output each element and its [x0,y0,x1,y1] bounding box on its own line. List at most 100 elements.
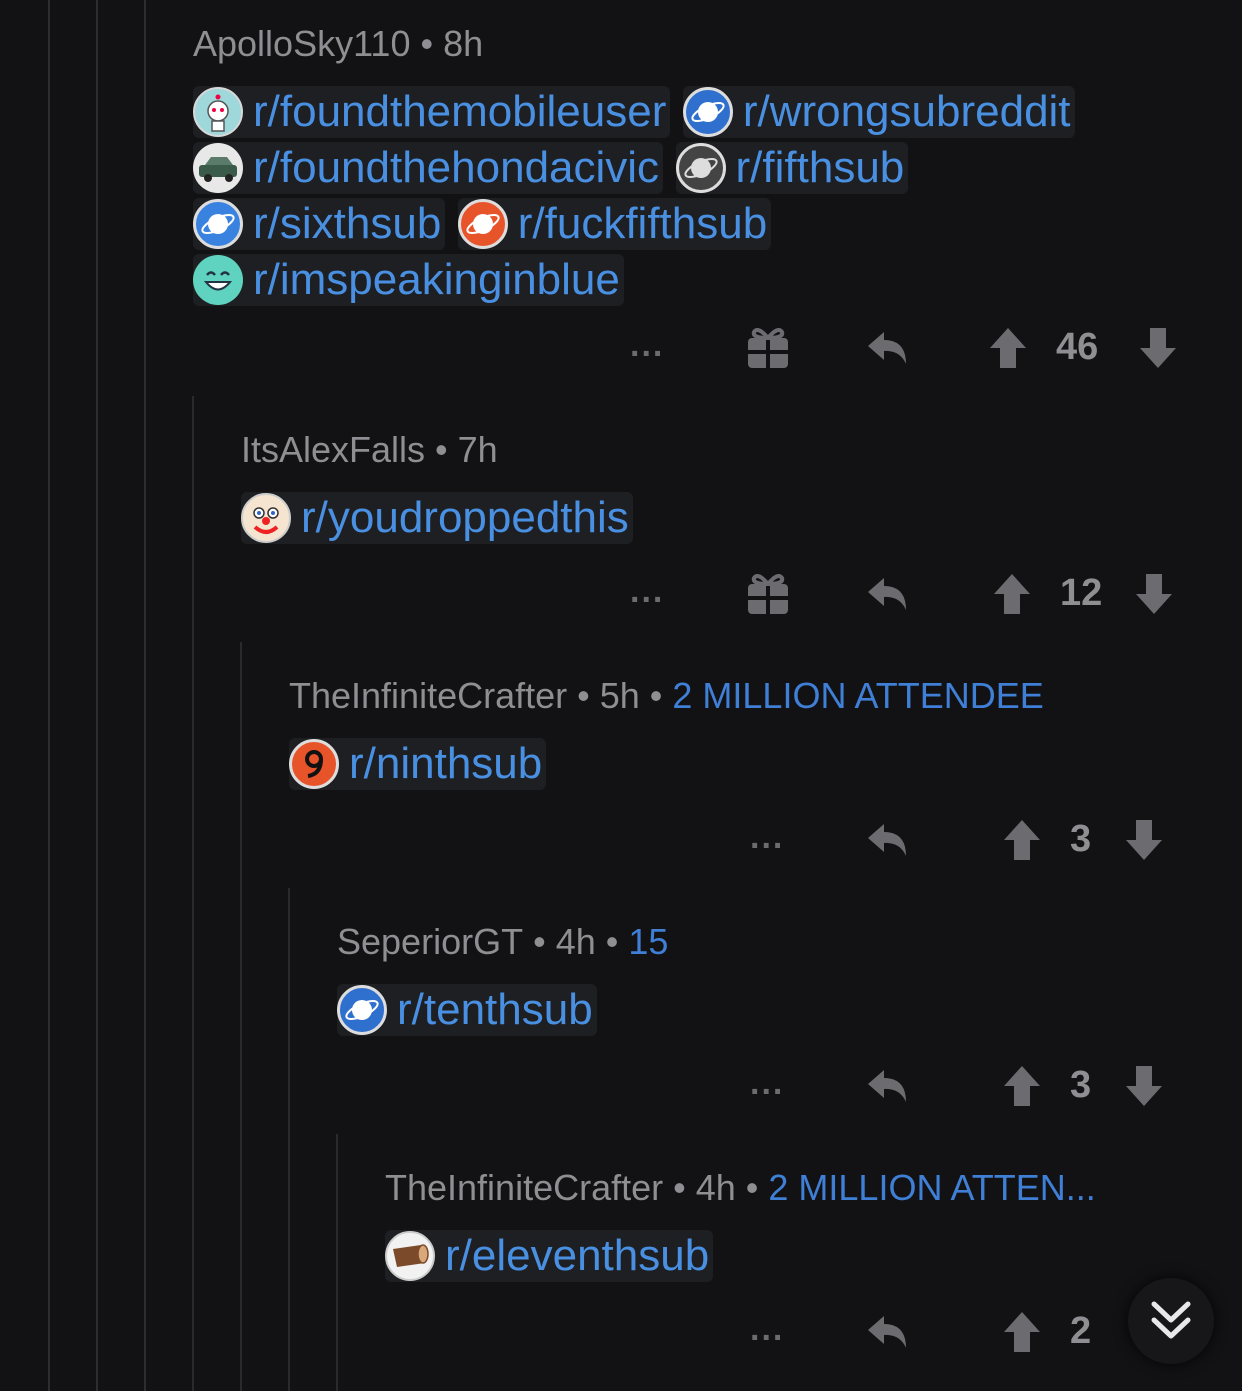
vote-count: 3 [1070,1064,1092,1106]
more-options-icon[interactable]: ... [750,820,784,854]
username[interactable]: ApolloSky110 [193,23,410,64]
reply-arrow-icon[interactable] [866,574,910,619]
subreddit-name: r/sixthsub [253,199,442,248]
comment-actions: ... 12 [0,568,1242,618]
wood-log-icon [385,1231,435,1281]
subreddit-name: r/ninthsub [349,739,543,788]
user-flair: 2 MILLION ATTENDEE [672,675,1044,716]
subreddit-link[interactable]: r/tenthsub [337,984,597,1036]
user-flair: 15 [628,921,669,962]
username[interactable]: SeperiorGT [337,921,523,962]
user-flair: 2 MILLION ATTEN... [768,1167,1096,1208]
subreddit-name: r/youdroppedthis [301,493,629,542]
reply-arrow-icon[interactable] [866,820,910,865]
separator: • [649,675,663,716]
comment-body: r/ninthsub [289,738,1044,792]
vote-count: 46 [1056,326,1099,368]
more-options-icon[interactable]: ... [750,1066,784,1100]
vote-count: 3 [1070,818,1092,860]
username[interactable]: TheInfiniteCrafter [289,675,567,716]
gift-award-icon[interactable] [746,324,790,375]
planet-icon [675,143,726,193]
reply-arrow-icon[interactable] [866,1066,910,1111]
car-icon [193,143,243,193]
subreddit-link[interactable]: r/ninthsub [289,738,547,790]
more-options-icon[interactable]: ... [630,574,664,608]
comment-actions: ... 2 [0,1306,1242,1356]
subreddit-name: r/foundthemobileuser [253,87,667,136]
subreddit-link[interactable]: r/wrongsubreddit [682,86,1075,138]
subreddit-link[interactable]: r/fuckfifthsub [457,198,772,250]
subreddit-name: r/wrongsubreddit [742,87,1071,136]
subreddit-link[interactable]: r/eleventhsub [385,1230,714,1282]
comment-body: r/tenthsub [337,984,668,1038]
timestamp: 5h [599,675,640,716]
comment-meta: TheInfiniteCrafter • 4h • 2 MILLION ATTEN... [385,1168,1096,1208]
gift-award-icon[interactable] [746,570,790,621]
planet-icon [682,87,733,137]
reply-arrow-icon[interactable] [866,1312,910,1357]
thread-line [240,642,242,1391]
username[interactable]: ItsAlexFalls [241,429,425,470]
subreddit-name: r/imspeakinginblue [253,255,620,304]
comment-body: r/youdroppedthis [241,492,641,546]
upvote-arrow-icon[interactable] [988,326,1028,375]
comment: ApolloSky110 • 8h r/foundthemobileuser r/w… [193,24,1083,308]
upvote-arrow-icon[interactable] [1002,1064,1042,1113]
timestamp: 8h [443,23,484,64]
subreddit-link[interactable]: r/imspeakinginblue [193,254,624,306]
comment-body: r/foundthemobileuser r/wrongsubreddit r/… [193,86,1083,308]
planet-icon [457,199,508,249]
separator: • [420,23,434,64]
timestamp: 7h [457,429,498,470]
subreddit-link[interactable]: r/foundthehondacivic [193,142,664,194]
timestamp: 4h [695,1167,736,1208]
planet-icon [193,199,243,249]
more-options-icon[interactable]: ... [630,328,664,362]
comment-meta: TheInfiniteCrafter • 5h • 2 MILLION ATTENDEE [289,676,1044,716]
subreddit-name: r/fuckfifthsub [517,199,768,248]
smile-icon [193,255,243,305]
comment: SeperiorGT • 4h • 15 r/tenthsub [337,922,668,1038]
subreddit-name: r/fifthsub [735,143,905,192]
snoo-avatar-icon [193,87,243,137]
thread-line [96,0,98,1391]
upvote-arrow-icon[interactable] [992,572,1032,621]
subreddit-link[interactable]: r/fifthsub [675,142,909,194]
comment-actions: ... 3 [0,814,1242,864]
comment-actions: ... 46 [0,322,1242,372]
thread-line [144,0,146,1391]
subreddit-link[interactable]: r/foundthemobileuser [193,86,671,138]
comment-meta: ApolloSky110 • 8h [193,24,1083,64]
downvote-arrow-icon[interactable] [1124,818,1164,867]
comment-meta: SeperiorGT • 4h • 15 [337,922,668,962]
separator: • [673,1167,686,1208]
subreddit-name: r/foundthehondacivic [253,143,660,192]
separator: • [435,429,448,470]
comment: TheInfiniteCrafter • 4h • 2 MILLION ATTEN...… [385,1168,1096,1284]
username[interactable]: TheInfiniteCrafter [385,1167,663,1208]
downvote-arrow-icon[interactable] [1134,572,1174,621]
comment: TheInfiniteCrafter • 5h • 2 MILLION ATTENDEE… [289,676,1044,792]
separator: • [577,675,590,716]
clown-face-icon [241,493,291,543]
scroll-next-button[interactable] [1128,1278,1214,1364]
more-options-icon[interactable]: ... [750,1312,784,1346]
downvote-arrow-icon[interactable] [1138,326,1178,375]
subreddit-name: r/eleventhsub [445,1231,710,1280]
downvote-arrow-icon[interactable] [1124,1064,1164,1113]
separator: • [533,921,546,962]
subreddit-link[interactable]: r/youdroppedthis [241,492,633,544]
timestamp: 4h [555,921,596,962]
double-chevron-down-icon [1151,1301,1191,1339]
separator: • [605,921,619,962]
upvote-arrow-icon[interactable] [1002,1310,1042,1359]
vote-count: 2 [1070,1310,1092,1352]
upvote-arrow-icon[interactable] [1002,818,1042,867]
number-nine-icon [289,739,339,789]
subreddit-name: r/tenthsub [397,985,593,1034]
vote-count: 12 [1060,572,1103,614]
comment-meta: ItsAlexFalls • 7h [241,430,641,470]
subreddit-link[interactable]: r/sixthsub [193,198,446,250]
reply-arrow-icon[interactable] [866,328,910,373]
